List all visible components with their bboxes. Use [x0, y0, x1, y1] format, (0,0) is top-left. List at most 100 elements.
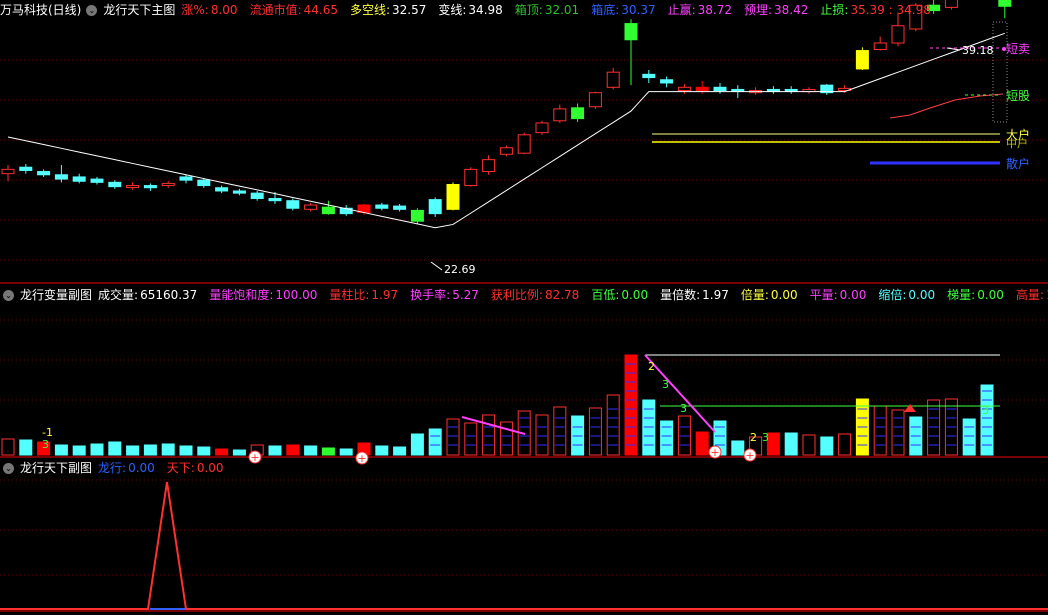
vol-field: 梯量: 0.00: [947, 288, 1010, 302]
vol-field-label: 获利比例:: [490, 288, 543, 302]
vol-field-value: 0.00: [839, 288, 867, 302]
vol-field: 缩倍: 0.00: [878, 288, 941, 302]
candle: [143, 185, 157, 189]
candle: [713, 86, 727, 92]
vol-field-label: 平量:: [809, 288, 838, 302]
high-pointer: [946, 47, 961, 51]
candle: [1, 168, 15, 175]
main-field-value: 34.98: [468, 3, 503, 17]
volume-bar: [108, 441, 122, 456]
volume-mark: 3: [982, 404, 989, 417]
main-field-label: 多空线:: [349, 3, 391, 17]
volume-indicator-name[interactable]: 龙行变量副图: [20, 288, 92, 302]
main-field-label: 流通市值:: [249, 3, 302, 17]
main-field-label: 变线:: [438, 3, 467, 17]
volume-bar: [535, 414, 549, 456]
volume-bar: [820, 436, 834, 456]
vol-field-label: 百低:: [591, 288, 620, 302]
candle: [215, 187, 229, 192]
volume-mark: 3: [680, 402, 687, 415]
candle: [695, 86, 709, 92]
vol-field-label: 量能饱和度:: [209, 288, 274, 302]
volume-bar: [446, 418, 460, 456]
volume-bar: [161, 443, 175, 456]
main-field: 箱底: 30.37: [591, 3, 661, 17]
high-price-label: 39.18: [962, 44, 994, 57]
main-field-label: 止损:: [820, 3, 849, 17]
candle: [90, 178, 104, 183]
volume-bar: [286, 444, 300, 456]
volume-bar: [624, 354, 638, 456]
candle: [321, 206, 335, 215]
main-field-label: 预埋:: [744, 3, 773, 17]
volume-bar: [482, 414, 496, 456]
candle: [873, 42, 887, 50]
settings-icon[interactable]: ⌄: [3, 290, 14, 301]
vol-field: 百低: 0.00: [591, 288, 654, 302]
main-field: 流通市值: 44.65: [250, 3, 344, 17]
candle: [499, 147, 513, 155]
candle: [393, 205, 407, 210]
sub-indicator-name[interactable]: 龙行天下副图: [20, 461, 92, 475]
vol-field-label: 量柱比:: [329, 288, 370, 302]
volume-bar: [393, 446, 407, 456]
candle: [588, 92, 602, 108]
candle: [72, 176, 86, 182]
mid-holder-tag: 中户: [1006, 136, 1028, 150]
candle: [54, 174, 68, 180]
tianxia-line: [0, 481, 1048, 610]
candle: [855, 50, 869, 70]
sub-field-value: 0.00: [128, 461, 155, 475]
main-field: 止损: 35.39 : 34.98: [820, 3, 936, 17]
volume-bar: [72, 445, 86, 456]
settings-icon[interactable]: ⌄: [3, 463, 14, 474]
main-field: 变线: 34.98: [438, 3, 508, 17]
vol-field: 换手率: 5.27: [410, 288, 485, 302]
candle: [624, 23, 638, 41]
vol-field-label: 缩倍:: [878, 288, 907, 302]
candle: [410, 209, 424, 222]
stock-title[interactable]: 万马科技(日线): [0, 3, 81, 17]
volume-bar: [802, 434, 816, 456]
main-indicator-name[interactable]: 龙行天下主图: [103, 3, 175, 17]
settings-icon[interactable]: ⌄: [86, 5, 98, 16]
candle: [553, 108, 567, 122]
short-sell-dot: [1002, 47, 1006, 51]
sub-field: 龙行: 0.00: [98, 461, 161, 475]
vol-field-value: 82.78: [544, 288, 580, 302]
candle: [891, 25, 905, 44]
volume-bar: [215, 448, 229, 456]
volume-bar: [54, 444, 68, 456]
main-chart-header: 万马科技(日线) ⌄ 龙行天下主图 涨%: 8.00 流通市值: 44.65 多空线: 32.5…: [0, 0, 1048, 20]
vol-field: 成交量: 65160.37: [98, 288, 203, 302]
vol-field-value: 0.00: [977, 288, 1004, 302]
candle: [250, 192, 264, 200]
volume-bar: [375, 445, 389, 456]
sub-field-label: 天下:: [166, 461, 195, 475]
candle: [197, 179, 211, 187]
main-field: 止赢: 38.72: [668, 3, 738, 17]
sub-chart-header: ⌄ 龙行天下副图 龙行: 0.00 天下: 0.00: [0, 458, 1048, 478]
vol-field-value: 1.97: [702, 288, 729, 302]
vol-field-value: 1.97: [371, 288, 399, 302]
volume-bar: [553, 406, 567, 456]
up-arrow-marker: [904, 404, 916, 412]
main-field-value: 44.65: [303, 3, 338, 17]
chart-canvas: 短卖短股大户中户散户22.6939.18-13233 32 3+ ++ +: [0, 0, 1048, 612]
low-pointer: [430, 261, 443, 271]
volume-bar: [179, 445, 193, 456]
main-field: 预埋: 38.42: [744, 3, 814, 17]
volume-bar: [428, 428, 442, 456]
candle: [535, 122, 549, 134]
candle: [268, 198, 282, 202]
candle: [108, 181, 122, 188]
volume-mark: 2: [750, 431, 757, 444]
vol-field-value: 100.00: [275, 288, 318, 302]
volume-bar: [731, 440, 745, 456]
volume-mark: 2: [648, 360, 655, 373]
candle: [232, 190, 246, 194]
vol-field: 获利比例: 82.78: [491, 288, 585, 302]
volume-bar: [232, 449, 246, 456]
volume-bar: [143, 444, 157, 456]
volume-bar: [90, 443, 104, 456]
